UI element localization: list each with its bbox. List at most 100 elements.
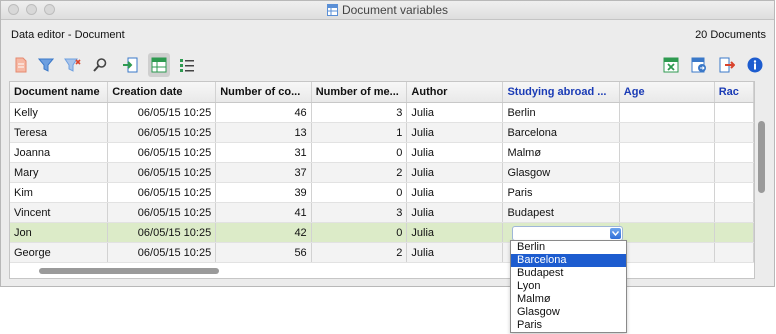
dropdown-option[interactable]: Malmø — [511, 293, 626, 306]
table-cell[interactable]: 06/05/15 10:25 — [107, 162, 217, 183]
table-cell[interactable]: 3 — [311, 202, 408, 223]
table-cell[interactable]: 41 — [215, 202, 312, 223]
table-cell[interactable] — [619, 182, 715, 203]
table-row[interactable]: Vincent 06/05/15 10:25 41 3 Julia Budapest — [10, 202, 754, 223]
table-cell[interactable]: Paris — [502, 182, 620, 203]
table-cell[interactable] — [714, 122, 754, 143]
table-cell[interactable]: 06/05/15 10:25 — [107, 182, 217, 203]
dropdown-option[interactable]: Paris — [511, 319, 626, 332]
column-header[interactable]: Author — [406, 82, 504, 103]
table-cell[interactable]: George — [10, 242, 109, 263]
table-cell[interactable]: Jon — [10, 222, 109, 243]
table-cell[interactable]: Julia — [406, 242, 504, 263]
table-cell[interactable] — [619, 222, 715, 243]
table-cell[interactable]: 39 — [215, 182, 312, 203]
table-cell[interactable]: Julia — [406, 222, 504, 243]
table-cell[interactable] — [714, 202, 754, 223]
table-cell[interactable] — [619, 162, 715, 183]
column-header[interactable]: Number of co... — [215, 82, 312, 103]
table-cell[interactable]: 46 — [215, 102, 312, 123]
vertical-scroll-thumb[interactable] — [758, 121, 765, 193]
table-cell[interactable]: 0 — [311, 142, 408, 163]
table-cell[interactable]: 42 — [215, 222, 312, 243]
table-cell[interactable] — [714, 142, 754, 163]
list-view-button[interactable] — [176, 53, 198, 77]
column-header[interactable]: Rac — [714, 82, 754, 103]
table-cell[interactable]: Kelly — [10, 102, 109, 123]
table-cell[interactable]: Berlin — [502, 102, 620, 123]
table-cell[interactable] — [619, 102, 715, 123]
title-bar[interactable]: Document variables — [1, 1, 774, 20]
horizontal-scroll-thumb[interactable] — [39, 268, 219, 274]
column-header[interactable]: Studying abroad ... — [502, 82, 620, 103]
table-cell[interactable]: 2 — [311, 162, 408, 183]
new-document-button[interactable] — [10, 53, 32, 77]
table-cell[interactable] — [714, 162, 754, 183]
dropdown-option[interactable]: Glasgow — [511, 306, 626, 319]
table-row[interactable]: Kelly 06/05/15 10:25 46 3 Julia Berlin — [10, 102, 754, 123]
import-button[interactable] — [119, 53, 141, 77]
table-cell[interactable]: Julia — [406, 202, 504, 223]
filter-button[interactable] — [35, 53, 57, 77]
export-variables-button[interactable] — [688, 53, 710, 77]
table-cell[interactable] — [619, 142, 715, 163]
table-cell[interactable]: 56 — [215, 242, 312, 263]
search-button[interactable] — [89, 53, 111, 77]
dropdown-option[interactable]: Budapest — [511, 267, 626, 280]
table-cell[interactable] — [619, 202, 715, 223]
table-cell[interactable] — [714, 222, 754, 243]
table-row[interactable]: Teresa 06/05/15 10:25 13 1 Julia Barcelona — [10, 122, 754, 143]
dropdown-option[interactable]: Barcelona — [511, 254, 626, 267]
table-cell[interactable]: Julia — [406, 142, 504, 163]
table-cell[interactable]: 37 — [215, 162, 312, 183]
table-cell[interactable]: 3 — [311, 102, 408, 123]
table-cell[interactable]: Budapest — [502, 202, 620, 223]
table-row[interactable]: Jon 06/05/15 10:25 42 0 Julia — [10, 222, 754, 243]
table-cell[interactable]: 06/05/15 10:25 — [107, 242, 217, 263]
table-row[interactable]: Joanna 06/05/15 10:25 31 0 Julia Malmø — [10, 142, 754, 163]
table-cell[interactable]: Malmø — [502, 142, 620, 163]
table-cell[interactable]: Teresa — [10, 122, 109, 143]
studying-abroad-combobox[interactable] — [512, 226, 623, 241]
table-cell[interactable] — [714, 242, 754, 263]
table-cell[interactable]: Julia — [406, 182, 504, 203]
vertical-scrollbar[interactable] — [756, 101, 768, 277]
column-header[interactable]: Document name — [10, 82, 109, 103]
exit-button[interactable] — [716, 53, 738, 77]
table-cell[interactable]: 31 — [215, 142, 312, 163]
table-view-button[interactable] — [148, 53, 170, 77]
table-cell[interactable]: 1 — [311, 122, 408, 143]
table-cell[interactable] — [619, 122, 715, 143]
table-cell[interactable]: 06/05/15 10:25 — [107, 202, 217, 223]
table-cell[interactable]: 06/05/15 10:25 — [107, 142, 217, 163]
table-row[interactable]: Kim 06/05/15 10:25 39 0 Julia Paris — [10, 182, 754, 203]
table-cell[interactable] — [714, 102, 754, 123]
table-cell[interactable]: 0 — [311, 182, 408, 203]
table-row[interactable]: Mary 06/05/15 10:25 37 2 Julia Glasgow — [10, 162, 754, 183]
dropdown-option[interactable]: Berlin — [511, 241, 626, 254]
table-cell[interactable] — [619, 242, 715, 263]
table-cell[interactable]: 13 — [215, 122, 312, 143]
table-cell[interactable]: Julia — [406, 102, 504, 123]
info-button[interactable] — [744, 53, 766, 77]
table-cell[interactable]: Julia — [406, 122, 504, 143]
table-cell[interactable]: Kim — [10, 182, 109, 203]
table-cell[interactable]: 06/05/15 10:25 — [107, 122, 217, 143]
table-cell[interactable]: Vincent — [10, 202, 109, 223]
table-cell[interactable]: 06/05/15 10:25 — [107, 222, 217, 243]
dropdown-option[interactable]: Lyon — [511, 280, 626, 293]
table-cell[interactable]: 06/05/15 10:25 — [107, 102, 217, 123]
table-cell[interactable] — [714, 182, 754, 203]
table-cell[interactable]: 2 — [311, 242, 408, 263]
column-header[interactable]: Age — [619, 82, 715, 103]
table-cell[interactable]: Mary — [10, 162, 109, 183]
column-header[interactable]: Creation date — [107, 82, 217, 103]
horizontal-scrollbar[interactable] — [9, 264, 753, 276]
table-cell[interactable]: Julia — [406, 162, 504, 183]
table-cell[interactable]: Joanna — [10, 142, 109, 163]
column-header[interactable]: Number of me... — [311, 82, 408, 103]
table-row[interactable]: George 06/05/15 10:25 56 2 Julia — [10, 242, 754, 263]
chevron-down-icon[interactable] — [610, 228, 621, 239]
table-cell[interactable]: Barcelona — [502, 122, 620, 143]
export-excel-button[interactable] — [660, 53, 682, 77]
